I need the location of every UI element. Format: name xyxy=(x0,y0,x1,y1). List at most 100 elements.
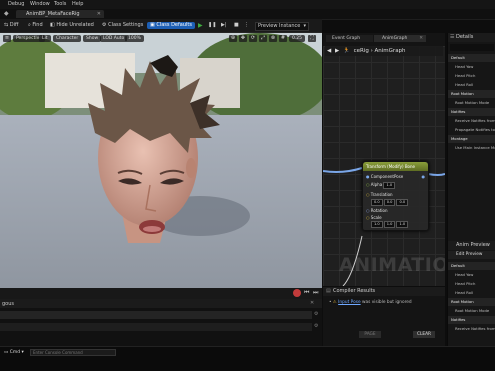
scale-values: 1.0 1.0 1.0 xyxy=(371,221,409,228)
class-settings-button[interactable]: ⚙ Class Settings xyxy=(102,22,143,29)
compiler-results-header: Compiler Results ▤ xyxy=(323,287,445,296)
camera-speed-value[interactable]: 0.25 xyxy=(289,35,306,42)
tab-anim-graph[interactable]: AnimGraph ✕ xyxy=(374,35,426,42)
chevron-down-icon: ▾ xyxy=(21,350,24,355)
settings-icon[interactable]: ⚙ xyxy=(314,311,318,317)
page-button[interactable]: PAGE xyxy=(359,331,381,338)
preview-category[interactable]: Default xyxy=(448,262,495,270)
output-pose-pin[interactable]: ● xyxy=(422,174,426,179)
close-icon[interactable]: ✕ xyxy=(310,300,314,306)
scale-z[interactable]: 1.0 xyxy=(396,221,409,228)
record-icon[interactable] xyxy=(293,289,301,297)
show-button[interactable]: Show xyxy=(83,35,102,42)
debug-filter-field[interactable] xyxy=(0,311,312,319)
translation-z[interactable]: 0.0 xyxy=(396,199,409,206)
details-property-row[interactable]: Root Motion Mode xyxy=(448,99,495,107)
diff-label: Diff xyxy=(9,22,19,28)
component-pose-pin[interactable]: ● ComponentPose xyxy=(366,174,403,179)
rotate-icon[interactable]: ⟳ xyxy=(249,35,257,42)
class-defaults-button[interactable]: ▣ Class Defaults xyxy=(147,22,195,29)
clear-button[interactable]: CLEAR xyxy=(413,331,435,338)
diff-icon: ⇆ xyxy=(4,22,9,28)
console-command-input[interactable] xyxy=(30,349,116,356)
preview-property-row[interactable]: Receive Notifies from Linked xyxy=(448,325,495,333)
details-property-row[interactable]: Propagate Notifies to Linked xyxy=(448,126,495,134)
cmd-selector[interactable]: ▭ Cmd ▾ xyxy=(4,349,24,356)
message-link[interactable]: Input Pose xyxy=(338,300,360,305)
scale-y[interactable]: 1.0 xyxy=(383,221,396,228)
preview-property-row[interactable]: Head Yaw xyxy=(448,271,495,279)
find-button[interactable]: ⌕ Find xyxy=(28,22,43,29)
close-icon[interactable]: ✕ xyxy=(419,35,423,42)
viewport-toolbar: ≡ Perspective Lit Character Show LOD Aut… xyxy=(0,33,322,44)
scale-pin[interactable]: ○ Scale xyxy=(366,215,382,220)
graph-header: Event Graph AnimGraph ✕ xyxy=(323,33,445,46)
details-property-row[interactable]: Use Main Instance Montage xyxy=(448,144,495,152)
tab-event-graph[interactable]: Event Graph xyxy=(326,35,373,42)
preview-category[interactable]: Notifies xyxy=(448,316,495,324)
menu-help[interactable]: Help xyxy=(72,1,83,7)
lit-button[interactable]: Lit xyxy=(39,35,51,42)
preview-category[interactable]: Root Motion xyxy=(448,298,495,306)
menu-window[interactable]: Window xyxy=(30,1,50,7)
details-category[interactable]: Default xyxy=(448,54,495,62)
preview-property-row[interactable]: Head Roll xyxy=(448,289,495,297)
menu-debug[interactable]: Debug xyxy=(8,1,24,7)
translation-x[interactable]: 0.0 xyxy=(371,199,383,206)
character-button[interactable]: Character xyxy=(53,35,82,42)
debug-object-select[interactable]: Preview Instance ▾ xyxy=(255,22,309,31)
find-label: Find xyxy=(32,22,43,28)
scale-icon[interactable]: ⤢ xyxy=(259,35,267,42)
alpha-value[interactable]: 1.0 xyxy=(383,182,396,189)
move-icon[interactable]: ✥ xyxy=(239,35,247,42)
diff-button[interactable]: ⇆ Diff xyxy=(4,22,18,29)
play-icon[interactable]: ▶ xyxy=(198,22,203,29)
details-category[interactable]: Montage xyxy=(448,135,495,143)
playback-speed-button[interactable]: 100% xyxy=(125,35,144,42)
skip-forward-icon[interactable]: ⏭ xyxy=(313,289,318,297)
viewport-menu-icon[interactable]: ≡ xyxy=(3,35,11,42)
alpha-pin[interactable]: ○ Alpha 1.0 xyxy=(366,182,396,189)
details-property-row[interactable]: Receive Notifies from Linked xyxy=(448,117,495,125)
close-icon[interactable]: ✕ xyxy=(97,10,101,18)
maximize-icon[interactable]: ⛶ xyxy=(308,35,316,42)
options-icon[interactable]: ⚙ xyxy=(314,323,318,329)
details-panel: ☰ Details Default Head Yaw Head Pitch Head … xyxy=(447,33,495,370)
pose-pin-icon: ● xyxy=(366,174,370,179)
edit-preview-tab[interactable]: Edit Preview xyxy=(448,251,495,259)
details-category[interactable]: Root Motion xyxy=(448,90,495,98)
preview-property-row[interactable]: Head Pitch xyxy=(448,280,495,288)
details-search-input[interactable] xyxy=(450,44,494,51)
debug-panel-header: gous ✕ xyxy=(0,299,322,308)
preview-viewport[interactable] xyxy=(0,33,322,288)
details-property-row[interactable]: Head Yaw xyxy=(448,63,495,71)
grid-icon[interactable]: # xyxy=(279,35,287,42)
status-bar: ▭ Cmd ▾ xyxy=(0,346,495,371)
translation-y[interactable]: 0.0 xyxy=(383,199,396,206)
translation-label: Translation xyxy=(370,192,393,197)
translation-pin[interactable]: ○ Translation xyxy=(366,192,393,197)
scale-x[interactable]: 1.0 xyxy=(371,221,383,228)
stop-icon[interactable]: ■ xyxy=(234,22,239,29)
chevron-down-icon: ▾ xyxy=(303,23,306,29)
lod-button[interactable]: LOD Auto xyxy=(100,35,128,42)
rotation-pin[interactable]: ○ Rotation xyxy=(366,208,388,213)
skip-back-icon[interactable]: ⏮ xyxy=(304,289,309,297)
hide-unrelated-button[interactable]: ◧ Hide Unrelated xyxy=(50,22,94,29)
tab-animbp[interactable]: AnimBP_MetaFaceRig ✕ xyxy=(16,10,104,18)
preview-property-row[interactable]: Root Motion Mode xyxy=(448,307,495,315)
menu-tools[interactable]: Tools xyxy=(54,1,66,7)
alpha-label: Alpha xyxy=(370,182,383,187)
details-property-row[interactable]: Head Roll xyxy=(448,81,495,89)
world-icon[interactable]: ⊗ xyxy=(269,35,277,42)
vector-pin-icon: ○ xyxy=(366,215,370,220)
pause-icon[interactable]: ❚❚ xyxy=(208,22,216,29)
details-category[interactable]: Notifies xyxy=(448,108,495,116)
blueprint-icon: ◆ xyxy=(4,10,9,17)
step-icon[interactable]: ▶| xyxy=(221,22,227,29)
class-settings-label: Class Settings xyxy=(108,22,144,28)
transform-bone-node[interactable]: Transform (Modify) Bone ● ComponentPose … xyxy=(362,161,429,231)
select-mode-icon[interactable]: ⊕ xyxy=(229,35,237,42)
details-property-row[interactable]: Head Pitch xyxy=(448,72,495,80)
debug-options-icon[interactable]: ⋮ xyxy=(244,22,249,29)
